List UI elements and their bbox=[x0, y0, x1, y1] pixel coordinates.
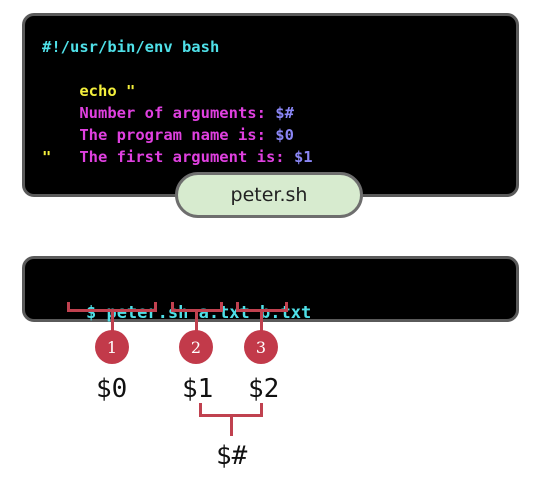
shebang-line: #!/usr/bin/env bash bbox=[42, 38, 220, 56]
marker-2: 2 bbox=[179, 330, 213, 364]
arg1-connector bbox=[195, 311, 198, 331]
program-var-label: $0 bbox=[96, 374, 128, 404]
count-connector bbox=[230, 416, 233, 436]
arg2-connector bbox=[260, 311, 263, 331]
count-var-label: $# bbox=[216, 441, 248, 471]
count-bracket bbox=[199, 403, 263, 417]
arg2-var-label: $2 bbox=[248, 374, 280, 404]
first-arg-text: The first argument is: bbox=[79, 148, 294, 166]
script-filename-tab: peter.sh bbox=[175, 172, 363, 218]
marker-3: 3 bbox=[244, 330, 278, 364]
program-connector bbox=[111, 311, 114, 331]
close-quote: " bbox=[42, 148, 52, 166]
script-terminal: #!/usr/bin/env bash echo " Number of arg… bbox=[22, 13, 519, 197]
first-arg-var: $1 bbox=[293, 148, 313, 166]
command-terminal: $ peter.sh a.txt b.txt bbox=[22, 256, 519, 323]
arg1-var-label: $1 bbox=[182, 374, 214, 404]
marker-1: 1 bbox=[95, 330, 129, 364]
